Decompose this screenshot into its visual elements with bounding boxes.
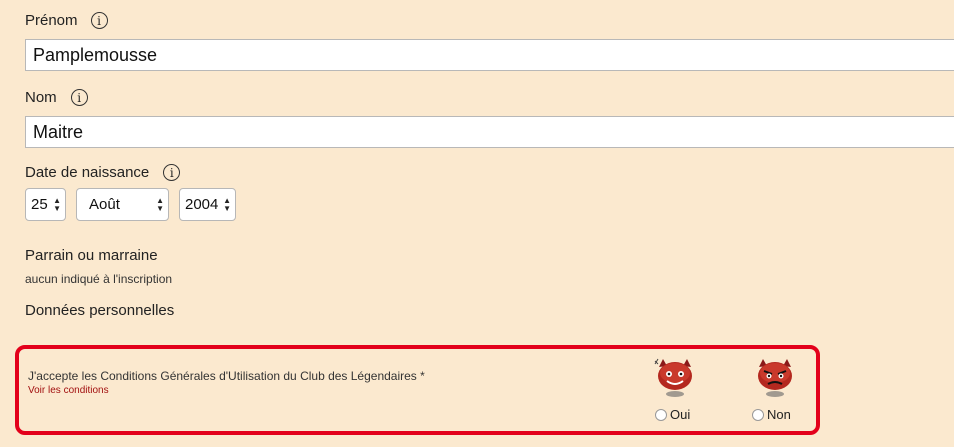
birth-day-value: 25 (31, 196, 48, 213)
terms-highlight-box: J'accepte les Conditions Générales d'Uti… (15, 345, 820, 435)
info-icon[interactable]: i (90, 12, 108, 29)
view-conditions-link[interactable]: Voir les conditions (28, 385, 109, 396)
terms-acceptance-text: J'accepte les Conditions Générales d'Uti… (28, 369, 425, 383)
birth-date-label-row: Date de naissance i (25, 164, 181, 181)
sponsor-value: aucun indiqué à l'inscription (25, 272, 173, 286)
first-name-label: Prénom (25, 12, 78, 29)
first-name-label-row: Prénom i (25, 12, 108, 29)
info-icon[interactable]: i (163, 164, 181, 181)
first-name-input[interactable] (25, 39, 954, 71)
birth-month-value: Août (89, 196, 120, 213)
accept-yes-radio[interactable] (655, 408, 667, 421)
accept-no-label: Non (767, 407, 791, 422)
accept-no-radio[interactable] (752, 408, 764, 421)
last-name-input[interactable] (25, 116, 954, 148)
accept-no-option[interactable]: Non (752, 407, 791, 422)
last-name-label: Nom (25, 89, 57, 106)
info-icon[interactable]: i (70, 89, 88, 106)
birth-year-value: 2004 (185, 196, 219, 213)
personal-data-title: Données personnelles (25, 302, 175, 319)
birth-month-select[interactable]: Août ▲ ▼ (76, 188, 169, 221)
birth-day-select[interactable]: 25 ▲ ▼ (25, 188, 66, 221)
angry-devil-mascot-icon (758, 359, 792, 397)
select-arrows-icon: ▲ ▼ (156, 195, 164, 213)
birth-date-label: Date de naissance (25, 164, 150, 181)
accept-yes-option[interactable]: Oui (655, 407, 690, 422)
happy-devil-mascot-icon (654, 358, 692, 397)
select-arrows-icon: ▲ ▼ (53, 195, 61, 213)
birth-year-select[interactable]: 2004 ▲ ▼ (179, 188, 236, 221)
sponsor-title: Parrain ou marraine (25, 247, 158, 264)
accept-yes-label: Oui (670, 407, 691, 422)
select-arrows-icon: ▲ ▼ (223, 195, 231, 213)
last-name-label-row: Nom i (25, 89, 88, 106)
